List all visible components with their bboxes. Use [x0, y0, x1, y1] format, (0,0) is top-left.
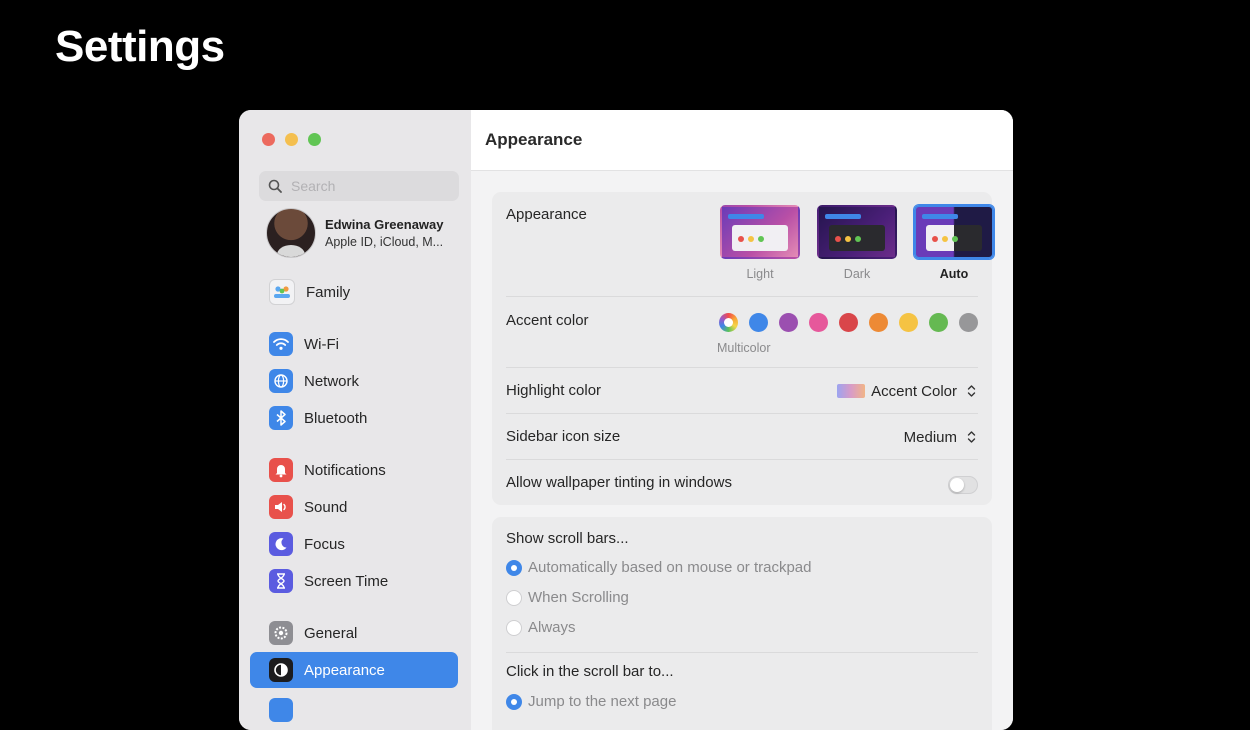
scroll-option-automatic[interactable]: Automatically based on mouse or trackpad	[506, 559, 811, 576]
divider	[506, 296, 978, 297]
radio-button[interactable]	[506, 589, 522, 606]
accent-yellow[interactable]	[899, 313, 918, 332]
radio-button[interactable]	[506, 619, 522, 636]
sidebar-item-notifications[interactable]: Notifications	[250, 452, 458, 488]
scroll-option-when-scrolling[interactable]: When Scrolling	[506, 589, 629, 606]
accent-blue[interactable]	[749, 313, 768, 332]
click-scroll-bar-label: Click in the scroll bar to...	[506, 663, 674, 680]
moon-icon	[269, 532, 293, 556]
sidebar-item-bluetooth[interactable]: Bluetooth	[250, 400, 458, 436]
sidebar-item-family[interactable]: Family	[250, 274, 458, 310]
bell-icon	[269, 458, 293, 482]
profile-subtitle: Apple ID, iCloud, M...	[325, 235, 444, 249]
radio-button[interactable]	[506, 693, 522, 710]
scroll-bars-card: Show scroll bars... Automatically based …	[492, 517, 992, 730]
theme-option-light[interactable]: Light	[720, 205, 800, 281]
radio-button[interactable]	[506, 559, 522, 576]
speaker-icon	[269, 495, 293, 519]
highlight-color-label: Highlight color	[506, 382, 602, 399]
sidebar-item-partial[interactable]	[250, 692, 458, 728]
search-field[interactable]	[259, 171, 459, 201]
wallpaper-tinting-label: Allow wallpaper tinting in windows	[506, 474, 732, 491]
sidebar-item-wifi[interactable]: Wi-Fi	[250, 326, 458, 362]
accent-green[interactable]	[929, 313, 948, 332]
divider	[506, 413, 978, 414]
pane-header: Appearance	[471, 110, 1013, 171]
highlight-gradient-swatch	[837, 384, 866, 398]
scroll-option-always[interactable]: Always	[506, 619, 576, 636]
sidebar: Edwina Greenaway Apple ID, iCloud, M... …	[239, 110, 472, 730]
sidebar-item-general[interactable]: General	[250, 615, 458, 651]
avatar	[266, 208, 316, 258]
accent-red[interactable]	[839, 313, 858, 332]
light-theme-thumbnail	[720, 205, 800, 259]
divider	[506, 367, 978, 368]
page-title: Appearance	[485, 130, 583, 149]
accent-graphite[interactable]	[959, 313, 978, 332]
divider	[506, 459, 978, 460]
globe-icon	[269, 369, 293, 393]
click-option-next-page[interactable]: Jump to the next page	[506, 693, 676, 710]
show-scroll-bars-label: Show scroll bars...	[506, 530, 629, 547]
accent-color-swatches	[719, 313, 978, 332]
sidebar-icon-size-popup[interactable]: Medium	[904, 428, 978, 446]
appearance-icon	[269, 658, 293, 682]
accent-purple[interactable]	[779, 313, 798, 332]
chevron-updown-icon	[964, 382, 978, 400]
accent-orange[interactable]	[869, 313, 888, 332]
settings-window: Edwina Greenaway Apple ID, iCloud, M... …	[239, 110, 1013, 730]
accent-color-label: Accent color	[506, 312, 589, 329]
accent-selected-label: Multicolor	[717, 341, 771, 355]
sidebar-icon-size-label: Sidebar icon size	[506, 428, 621, 445]
minimize-window-button[interactable]	[285, 133, 298, 146]
search-icon	[268, 179, 282, 193]
gear-icon	[269, 621, 293, 645]
zoom-window-button[interactable]	[308, 133, 321, 146]
auto-theme-thumbnail	[914, 205, 994, 259]
profile-name: Edwina Greenaway	[325, 217, 444, 232]
wifi-icon	[269, 332, 293, 356]
sidebar-item-screen-time[interactable]: Screen Time	[250, 563, 458, 599]
accent-multicolor[interactable]	[719, 313, 738, 332]
hourglass-icon	[269, 569, 293, 593]
highlight-color-popup[interactable]: Accent Color	[837, 382, 978, 400]
search-input[interactable]	[289, 177, 443, 195]
slide-title: Settings	[55, 22, 225, 71]
appearance-settings-card: Appearance Light Dark Auto Accent color …	[492, 192, 994, 505]
theme-option-auto[interactable]: Auto	[914, 205, 994, 281]
theme-option-dark[interactable]: Dark	[817, 205, 897, 281]
main-pane: Appearance Appearance Light Dark Auto Ac…	[471, 110, 1013, 730]
accent-pink[interactable]	[809, 313, 828, 332]
appearance-label: Appearance	[506, 206, 587, 223]
sidebar-item-focus[interactable]: Focus	[250, 526, 458, 562]
next-item-icon	[269, 698, 293, 722]
sidebar-item-sound[interactable]: Sound	[250, 489, 458, 525]
dark-theme-thumbnail	[817, 205, 897, 259]
sidebar-item-network[interactable]: Network	[250, 363, 458, 399]
family-icon	[269, 279, 295, 305]
window-controls	[262, 133, 321, 146]
close-window-button[interactable]	[262, 133, 275, 146]
divider	[506, 652, 978, 653]
sidebar-item-appearance[interactable]: Appearance	[250, 652, 458, 688]
bluetooth-icon	[269, 406, 293, 430]
wallpaper-tinting-toggle[interactable]	[948, 476, 978, 494]
apple-id-profile[interactable]: Edwina Greenaway Apple ID, iCloud, M...	[266, 208, 444, 258]
chevron-updown-icon	[964, 428, 978, 446]
